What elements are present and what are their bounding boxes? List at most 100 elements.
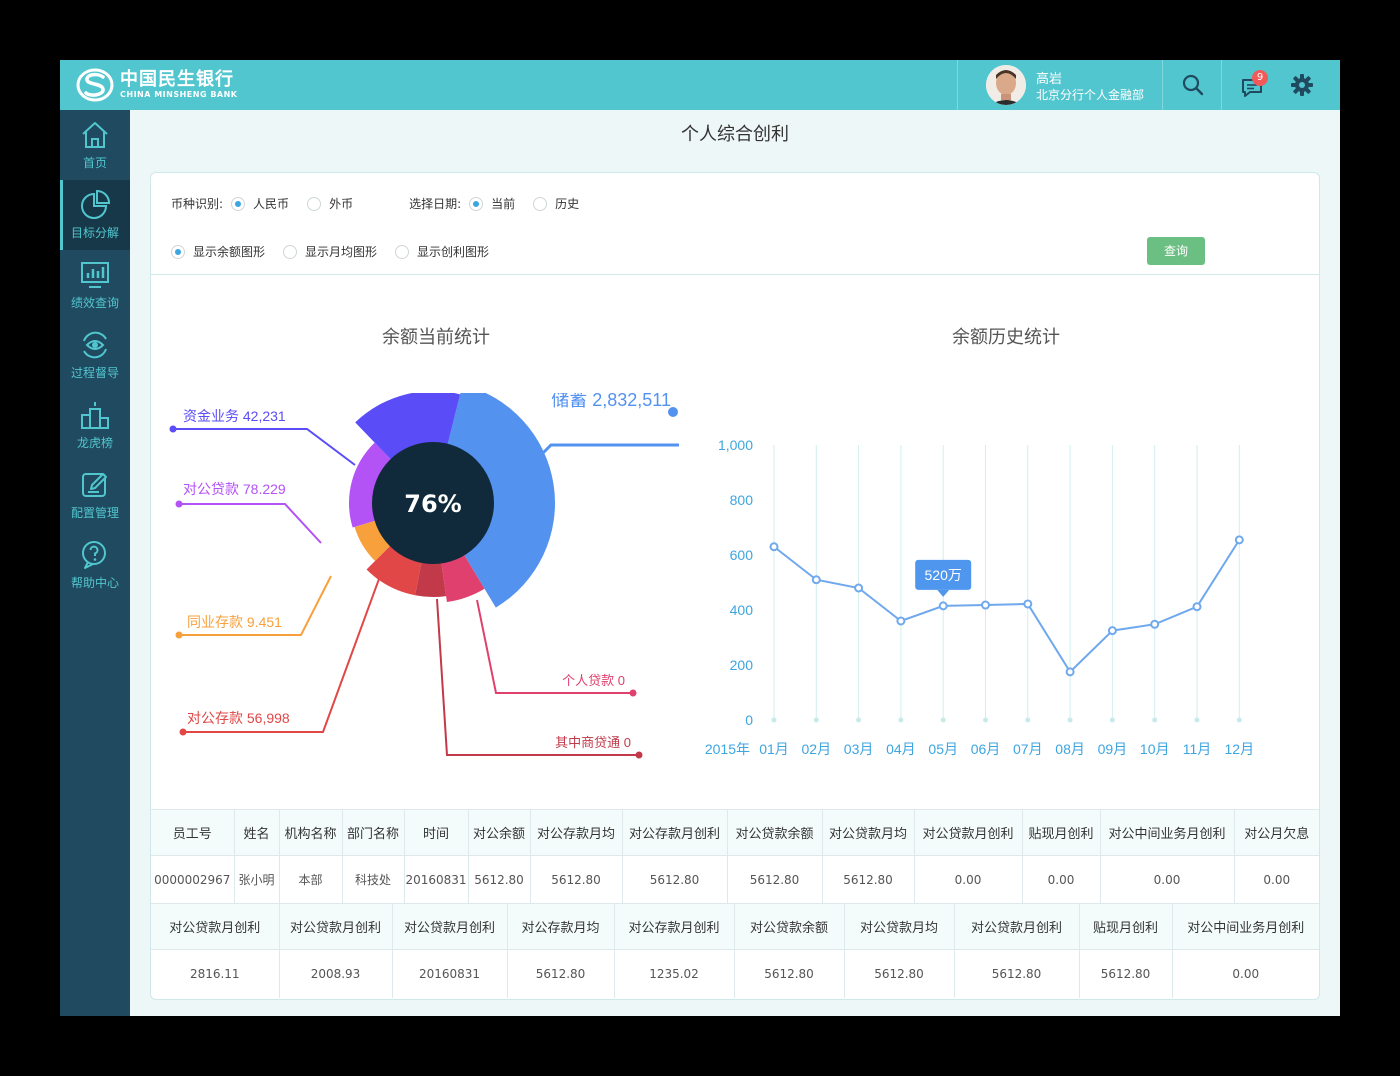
table-cell: 0.00 bbox=[913, 855, 1022, 904]
table-header-cell: 对公贷款月均 bbox=[821, 809, 914, 856]
sidebar-item-label: 过程督导 bbox=[70, 366, 119, 380]
data-point[interactable] bbox=[854, 583, 864, 593]
radio-label: 显示余额图形 bbox=[193, 245, 266, 259]
avatar[interactable] bbox=[986, 65, 1026, 105]
table-header-cell: 贴现月创利 bbox=[1021, 809, 1100, 856]
pie-leader-dot bbox=[179, 728, 187, 736]
table-header-cell: 员工号 bbox=[151, 809, 234, 856]
y-tick-label: 600 bbox=[730, 547, 754, 563]
x-tick-label: 12月 bbox=[1225, 741, 1255, 757]
table-cell: 5612.80 bbox=[953, 949, 1079, 998]
sidebar-item-performance[interactable]: 绩效查询 bbox=[60, 250, 130, 320]
query-button[interactable]: 查询 bbox=[1147, 237, 1205, 265]
x-tick-label: 04月 bbox=[886, 741, 916, 757]
data-point[interactable] bbox=[1192, 602, 1202, 612]
data-point[interactable] bbox=[981, 600, 990, 610]
pie-slice-label: 对公贷款 78.229 bbox=[183, 481, 286, 497]
table-cell: 5612.80 bbox=[467, 855, 530, 904]
radio-show-profit[interactable]: 显示创利图形 bbox=[395, 243, 489, 260]
pie-leader-dot bbox=[169, 425, 177, 433]
table-cell: 5612.80 bbox=[821, 855, 914, 904]
axis-dot bbox=[1236, 717, 1242, 723]
top-header: 中国民生银行 CHINA MINSHENG BANK 高岩 北京分行个人金融部 bbox=[60, 60, 1340, 110]
settings-button[interactable] bbox=[1290, 73, 1314, 97]
data-point[interactable] bbox=[769, 542, 779, 552]
table-header-cell: 对公存款月创利 bbox=[621, 809, 727, 856]
x-tick-label: 10月 bbox=[1140, 741, 1170, 757]
sidebar-item-help[interactable]: 帮助中心 bbox=[60, 530, 130, 600]
monitor-chart-icon bbox=[81, 262, 109, 288]
search-icon bbox=[1182, 74, 1203, 96]
data-point[interactable] bbox=[896, 616, 906, 626]
tooltip-arrow bbox=[937, 589, 950, 597]
radio-dot[interactable] bbox=[533, 196, 548, 211]
data-point[interactable] bbox=[1234, 535, 1244, 545]
radio-dot[interactable] bbox=[307, 196, 322, 211]
table-header-cell: 对公贷款余额 bbox=[726, 809, 822, 856]
radio-label: 当前 bbox=[491, 197, 516, 211]
axis-dot bbox=[898, 717, 904, 723]
x-tick-label: 08月 bbox=[1055, 741, 1085, 757]
table-row[interactable]: 0000002967 张小明 本部 科技处 20160831 5612.80 5612.80… bbox=[151, 855, 1319, 904]
sidebar-item-label: 首页 bbox=[82, 156, 107, 170]
sidebar-item-config[interactable]: 配置管理 bbox=[60, 460, 130, 530]
data-point[interactable] bbox=[811, 575, 821, 585]
table-header-cell: 时间 bbox=[403, 809, 468, 856]
profit-table-2: 对公贷款月创利 对公贷款月创利 对公贷款月创利 对公存款月均 对公存款月创利 对公贷款余额… bbox=[151, 903, 1319, 998]
table-header-cell: 对公存款月均 bbox=[529, 809, 622, 856]
radio-label: 历史 bbox=[555, 197, 580, 211]
table-cell: 20160831 bbox=[403, 855, 468, 904]
radio-dot[interactable] bbox=[171, 244, 185, 259]
filter-row-display: 显示余额图形 显示月均图形 显示创利图形 bbox=[171, 243, 507, 260]
table-cell: 2008.93 bbox=[278, 949, 392, 998]
radio-history[interactable]: 历史 bbox=[533, 195, 579, 212]
table-cell: 科技处 bbox=[341, 855, 404, 904]
podium-icon bbox=[81, 402, 109, 429]
minsheng-logo-icon bbox=[76, 68, 114, 102]
radio-label: 人民币 bbox=[253, 197, 290, 211]
radio-current[interactable]: 当前 bbox=[469, 195, 515, 212]
table-header-cell: 机构名称 bbox=[278, 809, 342, 856]
radio-rmb[interactable]: 人民币 bbox=[231, 195, 289, 212]
radio-dot[interactable] bbox=[231, 196, 246, 211]
data-point[interactable] bbox=[1150, 619, 1160, 629]
table-cell: 1235.02 bbox=[613, 949, 734, 998]
table-header-cell: 对公贷款月创利 bbox=[391, 903, 507, 950]
pie-leader-line bbox=[183, 567, 384, 733]
data-point[interactable] bbox=[938, 601, 948, 611]
user-name: 高岩 bbox=[1036, 72, 1063, 87]
radio-show-balance[interactable]: 显示余额图形 bbox=[171, 243, 265, 260]
messages-button[interactable]: 9 bbox=[1240, 70, 1274, 100]
table-header-cell: 对公月欠息 bbox=[1233, 809, 1319, 856]
currency-label: 币种识别: bbox=[171, 197, 224, 211]
device-frame: 中国民生银行 CHINA MINSHENG BANK 高岩 北京分行个人金融部 bbox=[0, 0, 1400, 1076]
logo-chinese: 中国民生银行 bbox=[120, 69, 234, 90]
sidebar-item-target-breakdown[interactable]: 目标分解 bbox=[60, 180, 130, 250]
x-tick-label: 05月 bbox=[928, 741, 958, 757]
pie-leader-dot bbox=[175, 500, 183, 508]
radio-dot[interactable] bbox=[395, 244, 410, 259]
search-button[interactable] bbox=[1162, 60, 1222, 110]
radio-foreign[interactable]: 外币 bbox=[307, 195, 353, 212]
table-header-cell: 对公贷款月创利 bbox=[953, 903, 1079, 950]
table-cell: 0.00 bbox=[1233, 855, 1319, 904]
table-cell: 5612.80 bbox=[506, 949, 614, 998]
sidebar-item-home[interactable]: 首页 bbox=[60, 110, 130, 180]
data-point[interactable] bbox=[1065, 667, 1075, 677]
table-header-cell: 对公存款月创利 bbox=[613, 903, 734, 950]
x-tick-label: 03月 bbox=[844, 741, 874, 757]
radio-dot[interactable] bbox=[469, 196, 484, 211]
line-chart-title: 余额历史统计 bbox=[952, 327, 1060, 348]
filter-row-currency-date: 币种识别: 人民币 外币 选择日期: 当前 历史 bbox=[171, 195, 597, 212]
sidebar-item-supervision[interactable]: 过程督导 bbox=[60, 320, 130, 390]
app-screen: 中国民生银行 CHINA MINSHENG BANK 高岩 北京分行个人金融部 bbox=[60, 60, 1340, 1016]
table-row[interactable]: 2816.11 2008.93 20160831 5612.80 1235.02 5612… bbox=[151, 949, 1319, 998]
data-point[interactable] bbox=[1023, 599, 1033, 609]
page-title: 个人综合创利 bbox=[681, 124, 789, 145]
radio-label: 外币 bbox=[329, 197, 354, 211]
content-card: 币种识别: 人民币 外币 选择日期: 当前 历史 显示余额图形 显示月均图形 显… bbox=[150, 172, 1320, 1000]
data-point[interactable] bbox=[1107, 626, 1117, 636]
sidebar-item-leaderboard[interactable]: 龙虎榜 bbox=[60, 390, 130, 460]
radio-dot[interactable] bbox=[283, 244, 298, 259]
radio-show-monthly-avg[interactable]: 显示月均图形 bbox=[283, 243, 377, 260]
